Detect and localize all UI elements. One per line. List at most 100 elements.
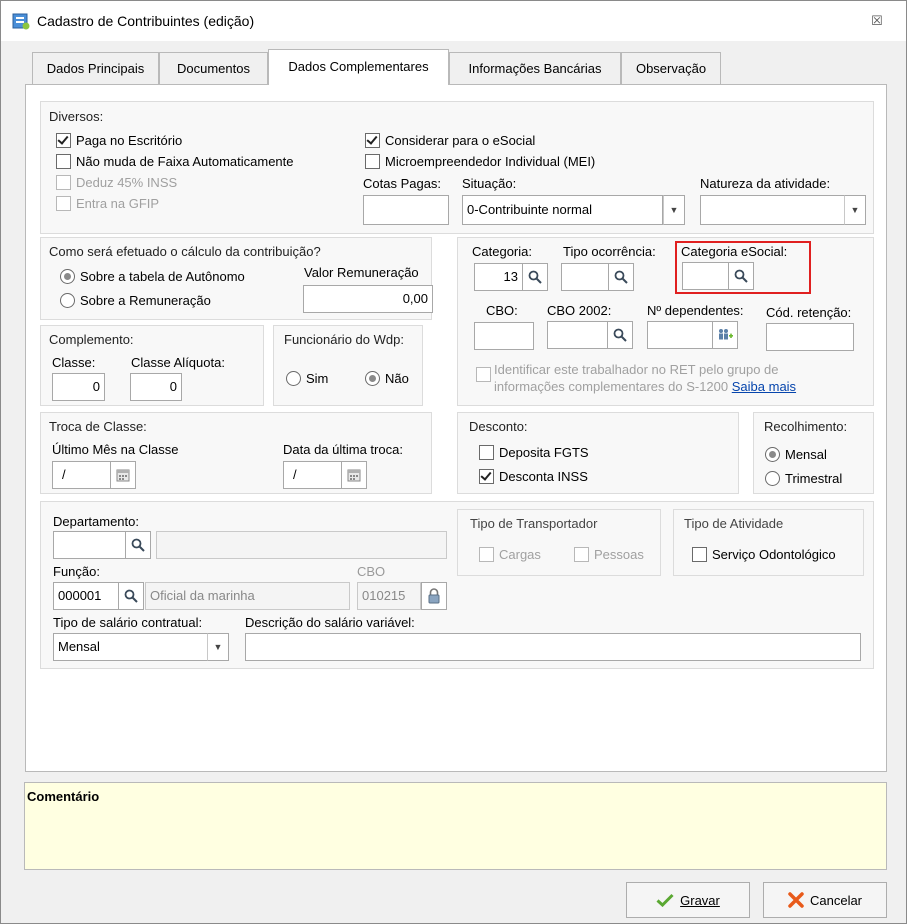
- complemento-group: Complemento: Classe: 0 Classe Alíquota: …: [40, 325, 264, 406]
- funcao-cbo-label: CBO: [357, 564, 386, 579]
- dialog-window: Cadastro de Contribuintes (edição) ☒ Dad…: [0, 0, 907, 924]
- entra-gfip-checkbox[interactable]: Entra na GFIP: [56, 196, 159, 211]
- tab-dados-principais[interactable]: Dados Principais: [32, 52, 159, 84]
- categoria-esocial-search-icon[interactable]: [728, 262, 754, 290]
- situacao-dropdown-icon[interactable]: ▼: [663, 195, 685, 225]
- gravar-label: Gravar: [680, 892, 720, 908]
- paga-escritorio-checkbox[interactable]: Paga no Escritório: [56, 133, 182, 148]
- mei-checkbox[interactable]: Microempreendedor Individual (MEI): [365, 154, 595, 169]
- cancel-x-icon: [788, 892, 804, 908]
- tab-informacoes-bancarias[interactable]: Informações Bancárias: [449, 52, 621, 84]
- radio-tabela-autonomo[interactable]: Sobre a tabela de Autônomo: [60, 269, 245, 284]
- cbo-label: CBO:: [486, 303, 518, 318]
- classe-aliquota-label: Classe Alíquota:: [131, 355, 225, 370]
- ret-identificar-text: Identificar este trabalhador no RET pelo…: [494, 362, 797, 394]
- servico-odontologico-checkbox[interactable]: Serviço Odontológico: [692, 547, 836, 562]
- diversos-group: Diversos: Paga no Escritório Não muda de…: [40, 101, 874, 234]
- pessoas-checkbox[interactable]: Pessoas: [574, 547, 644, 562]
- valor-remuneracao-input[interactable]: 0,00: [303, 285, 433, 313]
- nao-muda-faixa-checkbox[interactable]: Não muda de Faixa Automaticamente: [56, 154, 294, 169]
- tab-dados-complementares[interactable]: Dados Complementares: [268, 49, 449, 85]
- recolhimento-label: Recolhimento:: [764, 419, 848, 434]
- ultimo-mes-label: Último Mês na Classe: [52, 442, 179, 457]
- funcao-label: Função:: [53, 564, 100, 579]
- categoria-input[interactable]: 13: [474, 263, 523, 291]
- data-ultima-troca-input[interactable]: /: [283, 461, 342, 489]
- desc-salario-input[interactable]: [245, 633, 861, 661]
- calendar-icon[interactable]: [341, 461, 367, 489]
- funcao-code-input[interactable]: 000001: [53, 582, 119, 610]
- gravar-button[interactable]: Gravar: [626, 882, 750, 918]
- tab-documentos[interactable]: Documentos: [159, 52, 268, 84]
- dependentes-input[interactable]: [647, 321, 713, 349]
- tipo-atividade-label: Tipo de Atividade: [684, 516, 784, 531]
- calendar-icon[interactable]: [110, 461, 136, 489]
- categoria-esocial-input[interactable]: [682, 262, 729, 290]
- cancelar-button[interactable]: Cancelar: [763, 882, 887, 918]
- tipo-salario-select[interactable]: Mensal: [53, 633, 208, 661]
- cod-retencao-label: Cód. retenção:: [766, 305, 852, 320]
- close-icon[interactable]: ☒: [867, 13, 887, 29]
- recolhimento-group: Recolhimento: Mensal Trimestral: [753, 412, 874, 494]
- radio-mensal[interactable]: Mensal: [765, 447, 827, 462]
- departamento-desc-input: [156, 531, 447, 559]
- categoria-group: Categoria: 13 Tipo ocorrência: Categoria…: [457, 237, 874, 406]
- cancelar-label: Cancelar: [809, 892, 863, 908]
- tab-panel: Diversos: Paga no Escritório Não muda de…: [25, 84, 887, 772]
- saiba-mais-link[interactable]: Saiba mais: [732, 379, 796, 394]
- cargas-checkbox[interactable]: Cargas: [479, 547, 541, 562]
- title-bar: Cadastro de Contribuintes (edição) ☒: [1, 1, 906, 41]
- natureza-select[interactable]: [700, 195, 845, 225]
- funcao-search-icon[interactable]: [118, 582, 144, 610]
- app-icon: [11, 11, 31, 31]
- desconto-label: Desconto:: [469, 419, 528, 434]
- ultimo-mes-input[interactable]: /: [52, 461, 111, 489]
- desconto-group: Desconto: Deposita FGTS Desconta INSS: [457, 412, 739, 494]
- cbo-input[interactable]: [474, 322, 534, 350]
- tab-observacao[interactable]: Observação: [621, 52, 721, 84]
- valor-remuneracao-label: Valor Remuneração: [304, 265, 419, 280]
- check-icon: [56, 133, 71, 148]
- desconta-inss-checkbox[interactable]: Desconta INSS: [479, 469, 588, 484]
- tipo-salario-dropdown-icon[interactable]: ▼: [207, 633, 229, 661]
- tipo-transportador-label: Tipo de Transportador: [470, 516, 598, 531]
- troca-classe-label: Troca de Classe:: [49, 419, 147, 434]
- natureza-dropdown-icon[interactable]: ▼: [844, 195, 866, 225]
- checkmark-icon: [656, 893, 674, 907]
- lock-icon[interactable]: [421, 582, 447, 610]
- cotas-pagas-input[interactable]: [363, 195, 449, 225]
- radio-remuneracao[interactable]: Sobre a Remuneração: [60, 293, 211, 308]
- cbo2002-input[interactable]: [547, 321, 608, 349]
- comentario-area[interactable]: Comentário: [24, 782, 887, 870]
- situacao-label: Situação:: [462, 176, 517, 191]
- funcionario-wdp-group: Funcionário do Wdp: Sim Não: [273, 325, 423, 406]
- cbo2002-search-icon[interactable]: [607, 321, 633, 349]
- check-icon: [365, 133, 380, 148]
- departamento-label: Departamento:: [53, 514, 139, 529]
- deduz-inss-checkbox[interactable]: Deduz 45% INSS: [56, 175, 177, 190]
- tipo-ocorrencia-search-icon[interactable]: [608, 263, 634, 291]
- departamento-code-input[interactable]: [53, 531, 126, 559]
- considerar-esocial-checkbox[interactable]: Considerar para o eSocial: [365, 133, 535, 148]
- window-title: Cadastro de Contribuintes (edição): [37, 13, 255, 29]
- calculo-group: Como será efetuado o cálculo da contribu…: [40, 237, 433, 320]
- categoria-search-icon[interactable]: [522, 263, 548, 291]
- add-dependents-icon[interactable]: [712, 321, 738, 349]
- ret-identificar-checkbox[interactable]: [476, 366, 491, 383]
- categoria-label: Categoria:: [472, 244, 532, 259]
- situacao-select[interactable]: 0-Contribuinte normal: [462, 195, 663, 225]
- classe-aliquota-input[interactable]: 0: [130, 373, 182, 401]
- tipo-ocorrencia-input[interactable]: [561, 263, 609, 291]
- deposita-fgts-checkbox[interactable]: Deposita FGTS: [479, 445, 589, 460]
- natureza-label: Natureza da atividade:: [700, 176, 831, 191]
- cod-retencao-input[interactable]: [766, 323, 854, 351]
- complemento-label: Complemento:: [49, 332, 134, 347]
- cotas-pagas-label: Cotas Pagas:: [363, 176, 442, 191]
- radio-funcionario-nao[interactable]: Não: [365, 371, 409, 386]
- departamento-search-icon[interactable]: [125, 531, 151, 559]
- dependentes-label: Nº dependentes:: [647, 303, 744, 318]
- classe-input[interactable]: 0: [52, 373, 105, 401]
- radio-trimestral[interactable]: Trimestral: [765, 471, 842, 486]
- comentario-label: Comentário: [27, 789, 100, 804]
- radio-funcionario-sim[interactable]: Sim: [286, 371, 328, 386]
